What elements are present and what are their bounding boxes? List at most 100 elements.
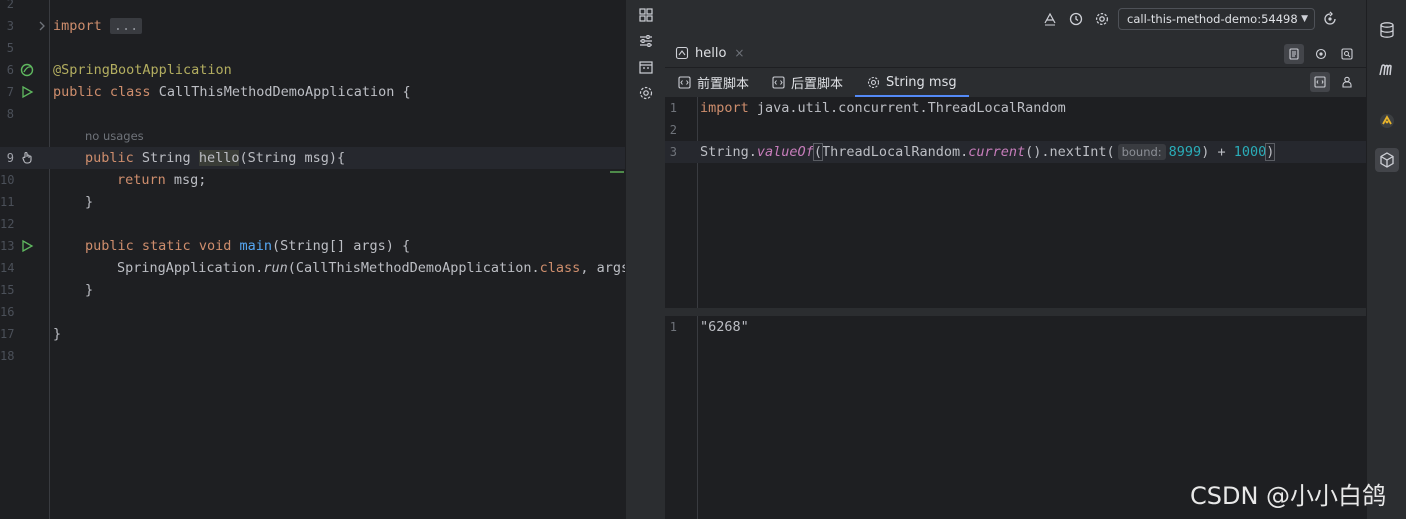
- code-line-current: 9 public String hello(String msg){: [0, 147, 625, 169]
- plugin-button[interactable]: [1375, 109, 1399, 133]
- code-text: public String hello(String msg){: [85, 150, 346, 166]
- script-file-icon: [772, 76, 785, 89]
- no-usages-hint[interactable]: no usages: [85, 126, 144, 146]
- calendar-icon[interactable]: [638, 59, 654, 75]
- tab-label: hello: [695, 45, 727, 61]
- tab-pre-script[interactable]: 前置脚本: [678, 68, 749, 97]
- sliders-icon[interactable]: [638, 33, 654, 49]
- script-editor[interactable]: 1 import java.util.concurrent.ThreadLoca…: [665, 97, 1366, 308]
- code-line: 12: [0, 213, 625, 235]
- editor-separator[interactable]: [665, 308, 1366, 316]
- code-line: 2: [665, 119, 1366, 141]
- grid-icon[interactable]: [638, 7, 654, 23]
- code-text: @SpringBootApplication: [53, 62, 232, 78]
- code-text: return msg;: [117, 172, 207, 188]
- tab-label: 后置脚本: [791, 77, 844, 92]
- line-number: 3: [6, 19, 14, 33]
- gear-icon[interactable]: [1094, 11, 1110, 27]
- tab-label: 前置脚本: [697, 77, 750, 92]
- plugin-tool-strip: [625, 0, 665, 519]
- parameter-hint: bound:: [1117, 144, 1166, 160]
- code-line: 16: [0, 301, 625, 323]
- file-tab-bar: hello ×: [665, 38, 1366, 68]
- maven-button[interactable]: [1375, 57, 1399, 81]
- code-text: String.valueOf(ThreadLocalRandom.current…: [700, 143, 1276, 161]
- line-number: 7: [6, 85, 14, 99]
- script-file-icon: [678, 76, 691, 89]
- run-icon[interactable]: [20, 239, 34, 253]
- line-number: 5: [6, 41, 14, 55]
- line-number: 2: [669, 123, 677, 137]
- spring-bean-icon[interactable]: [20, 63, 34, 77]
- code-line: 7 public class CallThisMethodDemoApplica…: [0, 81, 625, 103]
- code-line-current: 3 String.valueOf(ThreadLocalRandom.curre…: [665, 141, 1366, 163]
- line-number: 1: [669, 101, 677, 115]
- target-app-select[interactable]: call-this-method-demo:54498 ▼: [1118, 8, 1315, 30]
- run-icon[interactable]: [20, 85, 34, 99]
- target-app-label: call-this-method-demo:54498: [1127, 12, 1298, 26]
- panel-toolbar: call-this-method-demo:54498 ▼: [665, 0, 1366, 38]
- method-file-icon: [675, 46, 689, 60]
- target-icon: [1315, 48, 1327, 60]
- line-number: 10: [0, 173, 15, 187]
- refresh-target-icon[interactable]: [1322, 11, 1338, 27]
- code-text: }: [85, 282, 94, 298]
- script-mode-button[interactable]: [1310, 72, 1330, 92]
- left-code-editor[interactable]: 2 3 import ... 5 6 @SpringBootApplicatio…: [0, 0, 625, 519]
- code-line: 11 }: [0, 191, 625, 213]
- code-text: public static void main(String[] args) {: [85, 238, 411, 254]
- code-text: public class CallThisMethodDemoApplicati…: [53, 84, 411, 100]
- method-name-hello[interactable]: hello: [198, 150, 240, 166]
- line-number: 9: [6, 151, 14, 165]
- line-number: 14: [0, 261, 15, 275]
- invoke-icon: [1289, 48, 1299, 60]
- settings-icon[interactable]: [638, 85, 654, 101]
- line-number: 18: [0, 349, 15, 363]
- change-marker: [610, 171, 624, 173]
- database-button[interactable]: [1375, 18, 1399, 42]
- locate-button[interactable]: [1311, 44, 1331, 64]
- watermark: CSDN @小小白鸽: [1190, 482, 1387, 510]
- search-icon: [1341, 48, 1353, 60]
- usages-hint-row: no usages: [0, 126, 625, 146]
- code-line: 8: [0, 103, 625, 125]
- line-number: 12: [0, 217, 15, 231]
- line-number: 13: [0, 239, 15, 253]
- box-icon: [1380, 152, 1394, 168]
- code-line: 13 public static void main(String[] args…: [0, 235, 625, 257]
- folded-imports[interactable]: ...: [109, 18, 143, 34]
- tab-hello[interactable]: hello ×: [675, 38, 744, 68]
- code-text: }: [85, 194, 94, 210]
- code-line: 1 "6268": [665, 316, 1366, 338]
- tab-post-script[interactable]: 后置脚本: [772, 68, 843, 97]
- line-number: 6: [6, 63, 14, 77]
- plugin-badge-icon: [1380, 114, 1394, 128]
- search-button[interactable]: [1337, 44, 1357, 64]
- code-line: 18: [0, 345, 625, 367]
- tab-label: String msg: [886, 75, 957, 90]
- code-line: 17 }: [0, 323, 625, 345]
- fold-chevron-icon[interactable]: [38, 21, 46, 31]
- editor-gutter-line: [697, 316, 698, 519]
- person-button[interactable]: [1337, 72, 1357, 92]
- code-text: import ...: [53, 15, 143, 37]
- code-text: SpringApplication.run(CallThisMethodDemo…: [117, 260, 625, 276]
- code-line: 1 import java.util.concurrent.ThreadLoca…: [665, 97, 1366, 119]
- code-file-icon: [1314, 76, 1326, 88]
- active-tool-button[interactable]: [1375, 148, 1399, 172]
- debug-run-icon[interactable]: [1042, 11, 1058, 27]
- line-number: 17: [0, 327, 15, 341]
- call-method-icon[interactable]: [20, 151, 34, 165]
- chevron-down-icon: ▼: [1301, 14, 1308, 24]
- code-text: import java.util.concurrent.ThreadLocalR…: [700, 100, 1066, 116]
- history-icon[interactable]: [1068, 11, 1084, 27]
- tab-param-msg[interactable]: String msg: [855, 68, 969, 97]
- line-number: 3: [669, 145, 677, 159]
- line-number: 1: [669, 320, 677, 334]
- line-number: 15: [0, 283, 15, 297]
- close-icon[interactable]: ×: [734, 46, 744, 60]
- script-tab-bar: 前置脚本 后置脚本 String msg: [665, 68, 1366, 97]
- database-icon: [1380, 22, 1394, 38]
- invoke-button[interactable]: [1284, 44, 1304, 64]
- line-number: 16: [0, 305, 15, 319]
